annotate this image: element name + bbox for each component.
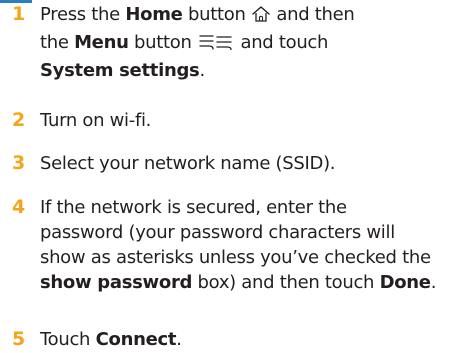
system-settings-label: System settings <box>40 60 200 81</box>
home-icon <box>251 5 271 30</box>
step-1-line-3: System settings. <box>40 60 205 81</box>
step-4-line-4: show password box) and then touch Done. <box>40 272 437 293</box>
step-1-line-2: the Menu button and touch <box>40 30 450 58</box>
done-label: Done <box>379 272 431 293</box>
step-number: 5 <box>12 328 26 350</box>
menu-icon <box>197 33 235 58</box>
step-number: 2 <box>12 109 26 131</box>
step-text: Select your network name (SSID). <box>40 153 336 174</box>
step-number: 4 <box>12 196 26 218</box>
step-text: Touch Connect. <box>40 329 182 350</box>
show-password-label: show password <box>40 272 193 293</box>
step-text: Turn on wi-fi. <box>40 110 152 131</box>
step-text: If the network is secured, enter the pas… <box>40 195 450 295</box>
step-1-line-1: Press the Home button and then <box>40 2 450 30</box>
step-text: Press the Home button and then the Menu … <box>40 2 450 83</box>
menu-button-label: Menu <box>74 32 129 53</box>
connect-label: Connect <box>95 329 177 350</box>
step-number: 3 <box>12 152 26 174</box>
home-button-label: Home <box>125 4 183 25</box>
step-number: 1 <box>12 3 26 25</box>
